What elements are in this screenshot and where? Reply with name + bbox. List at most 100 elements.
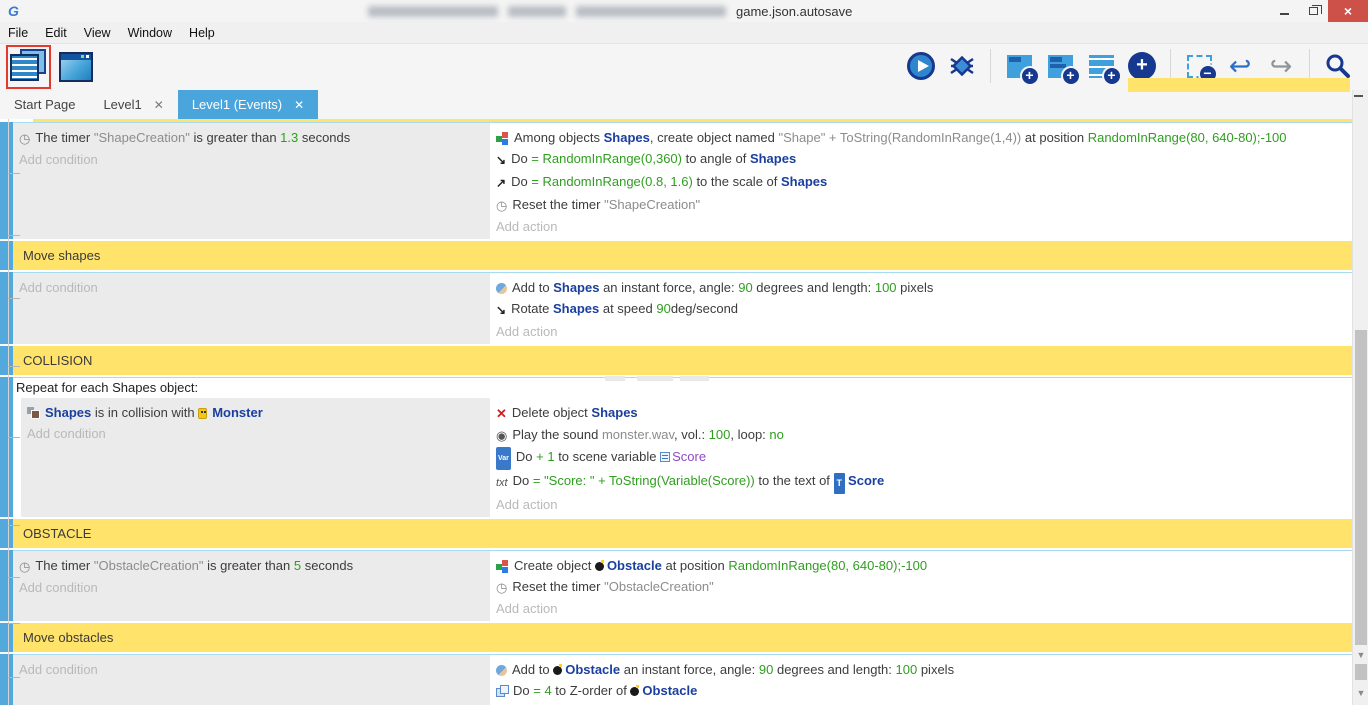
events-editor-icon[interactable] (10, 49, 46, 81)
add-condition-button[interactable]: Add condition (13, 277, 490, 298)
tab-level1-events[interactable]: Level1 (Events)✕ (178, 90, 318, 119)
action-line[interactable]: Reset the timer "ObstacleCreation" (490, 576, 1352, 598)
restore-button[interactable] (1299, 0, 1328, 22)
tab-level1[interactable]: Level1✕ (89, 90, 177, 119)
event-group-header[interactable]: COLLISION (0, 346, 1352, 375)
group-label: COLLISION (13, 346, 1352, 375)
text-segment: 5 (294, 558, 301, 573)
text-segment: to scene variable (555, 449, 661, 464)
action-line[interactable]: Do = RandomInRange(0,360) to angle of Sh… (490, 148, 1352, 171)
text-segment: Obstacle (565, 662, 620, 677)
event-selection-bar[interactable] (0, 346, 13, 375)
action-line[interactable]: Do = "Score: " + ToString(Variable(Score… (490, 470, 1352, 494)
action-line[interactable]: Play the sound monster.wav, vol.: 100, l… (490, 424, 1352, 446)
event-selection-bar[interactable] (0, 654, 13, 705)
action-line[interactable]: Do + 1 to scene variable Score (490, 446, 1352, 470)
text-segment: Rotate (511, 301, 553, 316)
add-action-button[interactable]: Add action (490, 321, 1352, 342)
event-selection-bar[interactable] (0, 377, 13, 517)
event-selection-bar[interactable] (0, 122, 13, 239)
scroll-down-icon[interactable]: ▼ (1353, 688, 1368, 698)
text-segment: Shapes (553, 301, 599, 316)
add-condition-button[interactable]: Add condition (13, 149, 490, 170)
scrollbar-thumb[interactable] (1355, 330, 1367, 645)
event-selection-bar[interactable] (0, 623, 13, 652)
timer-icon (19, 128, 30, 149)
conditions-column: Add condition (13, 272, 490, 344)
menu-edit[interactable]: Edit (45, 26, 78, 40)
restore-icon (1309, 7, 1318, 15)
close-tab-icon[interactable]: ✕ (154, 98, 164, 112)
action-line[interactable]: Add to Obstacle an instant force, angle:… (490, 659, 1352, 680)
text-segment: Shapes (604, 130, 650, 145)
action-line[interactable]: Do = RandomInRange(0.8, 1.6) to the scal… (490, 171, 1352, 194)
event-row: Add conditionAdd to Obstacle an instant … (0, 654, 1352, 705)
condition-line[interactable]: The timer "ShapeCreation" is greater tha… (13, 127, 490, 149)
close-tab-icon[interactable]: ✕ (294, 98, 304, 112)
event-selection-bar[interactable] (0, 272, 13, 344)
add-action-button[interactable]: Add action (490, 494, 1352, 515)
debug-button[interactable] (946, 48, 978, 84)
event-selection-bar[interactable] (0, 519, 13, 548)
text-segment: to the text of (755, 473, 834, 488)
text-segment: Delete object (512, 405, 592, 420)
scroll-down-icon[interactable]: ▼ (1353, 650, 1368, 660)
text-segment: seconds (301, 558, 353, 573)
menu-view[interactable]: View (84, 26, 122, 40)
add-action-button[interactable]: Add action (490, 701, 1352, 705)
add-subevent-icon: + (1048, 55, 1073, 78)
condition-line[interactable]: The timer "ObstacleCreation" is greater … (13, 555, 490, 577)
action-line[interactable]: Do = 4 to Z-order of Obstacle (490, 680, 1352, 701)
add-action-button[interactable]: Add action (490, 216, 1352, 237)
action-line[interactable]: Delete object Shapes (490, 402, 1352, 424)
add-more-icon: + (1128, 52, 1156, 80)
ghost-artifact (637, 376, 673, 381)
add-action-button[interactable]: Add action (490, 598, 1352, 619)
text-segment: is greater than (190, 130, 280, 145)
window-title: game.json.autosave (368, 4, 852, 19)
toolbar-separator (990, 49, 991, 83)
text-segment: 1.3 (280, 130, 298, 145)
vertical-scrollbar[interactable]: ▼ ▼ (1352, 90, 1368, 705)
conditions-column: Shapes is in collision with MonsterAdd c… (21, 398, 490, 517)
close-button[interactable]: × (1328, 0, 1368, 22)
text-segment: = RandomInRange(0.8, 1.6) (531, 174, 693, 189)
scrollbar-bottom-box[interactable] (1355, 664, 1367, 680)
timer-icon (496, 577, 507, 598)
menu-file[interactable]: File (8, 26, 39, 40)
tab-label: Start Page (14, 97, 75, 112)
add-subevent-button[interactable]: + (1044, 48, 1076, 84)
scene-variable-icon (660, 452, 670, 462)
foreach-body: Repeat for each Shapes object:Shapes is … (13, 377, 1352, 517)
text-segment: pixels (897, 280, 934, 295)
condition-line[interactable]: Shapes is in collision with Monster (21, 402, 490, 423)
action-line[interactable]: Add to Shapes an instant force, angle: 9… (490, 277, 1352, 298)
action-line[interactable]: Rotate Shapes at speed 90deg/second (490, 298, 1352, 321)
add-condition-button[interactable]: Add condition (13, 577, 490, 598)
scene-editor-icon[interactable] (59, 52, 93, 82)
event-selection-bar[interactable] (0, 241, 13, 270)
menu-help[interactable]: Help (189, 26, 226, 40)
add-event-button[interactable]: + (1003, 48, 1035, 84)
minimize-button[interactable] (1270, 0, 1299, 22)
text-segment: 90 (738, 280, 752, 295)
event-group-header[interactable]: Move obstacles (0, 623, 1352, 652)
action-line[interactable]: Among objects Shapes, create object name… (490, 127, 1352, 148)
add-comment-button[interactable]: + (1085, 48, 1117, 84)
menu-window[interactable]: Window (128, 26, 183, 40)
text-segment: at position (662, 558, 729, 573)
event-group-header[interactable]: Move shapes (0, 241, 1352, 270)
text-segment: Do (511, 151, 531, 166)
tab-start-page[interactable]: Start Page (0, 90, 89, 119)
event-selection-bar[interactable] (0, 550, 13, 621)
play-button[interactable] (905, 48, 937, 84)
add-event-icon: + (1007, 55, 1032, 78)
action-line[interactable]: Create object Obstacle at position Rando… (490, 555, 1352, 576)
minimize-icon (1280, 13, 1289, 15)
add-condition-button[interactable]: Add condition (21, 423, 490, 444)
foreach-header[interactable]: Repeat for each Shapes object: (13, 378, 1352, 398)
add-condition-button[interactable]: Add condition (13, 659, 490, 680)
text-segment: Do (513, 473, 533, 488)
action-line[interactable]: Reset the timer "ShapeCreation" (490, 194, 1352, 216)
event-group-header[interactable]: OBSTACLE (0, 519, 1352, 548)
